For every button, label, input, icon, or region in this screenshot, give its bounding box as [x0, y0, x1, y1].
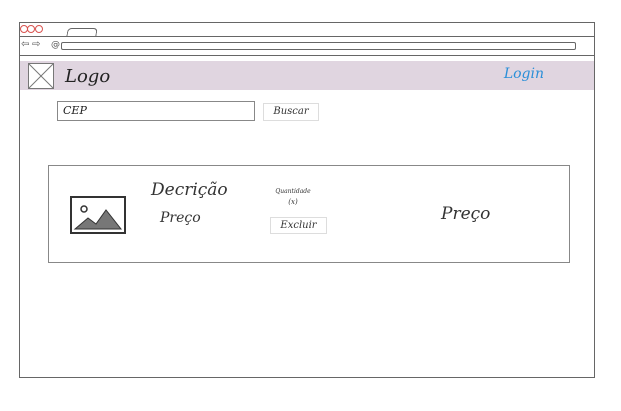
login-link[interactable]: Login	[504, 66, 544, 82]
total-price: Preço	[441, 204, 491, 224]
product-image-icon	[70, 196, 126, 234]
quantity-label: Quantidade	[275, 188, 311, 195]
logo-image-icon	[28, 63, 54, 89]
forward-arrow-icon[interactable]: ⇨	[32, 39, 40, 51]
delete-button[interactable]: Excluir	[270, 217, 327, 234]
product-card: Decrição Preço Quantidade (x) Excluir Pr…	[48, 165, 570, 263]
product-description: Decrição	[151, 180, 228, 200]
search-button[interactable]: Buscar	[263, 103, 319, 121]
site-header: Logo Login	[20, 61, 594, 90]
title-bar	[20, 23, 594, 37]
logo-text: Logo	[65, 66, 111, 87]
browser-tab[interactable]	[66, 28, 98, 37]
quantity-value[interactable]: (x)	[271, 198, 315, 206]
unit-price: Preço	[160, 210, 201, 226]
browser-window: ⇦ ⇨ @ Logo Login CEP Buscar Decrição Pre…	[19, 22, 595, 378]
url-input[interactable]	[61, 42, 576, 50]
site-icon: @	[51, 40, 60, 50]
minimize-window-icon[interactable]	[27, 25, 35, 33]
cep-input[interactable]: CEP	[57, 101, 255, 121]
maximize-window-icon[interactable]	[35, 25, 43, 33]
back-arrow-icon[interactable]: ⇦	[21, 39, 29, 51]
address-bar-row: ⇦ ⇨ @	[20, 37, 594, 56]
